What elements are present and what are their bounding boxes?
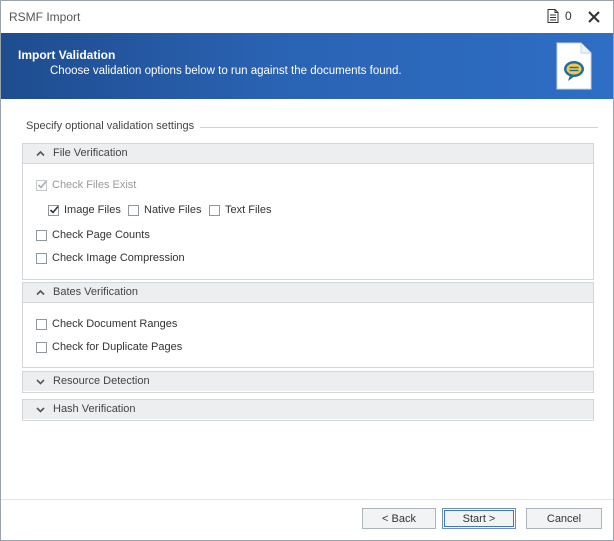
title-bar: RSMF Import 0 xyxy=(1,1,613,33)
text-files-checkbox[interactable]: Text Files xyxy=(209,204,271,216)
check-duplicate-pages-checkbox[interactable]: Check for Duplicate Pages xyxy=(36,341,182,353)
check-image-compression-label: Check Image Compression xyxy=(52,252,185,264)
check-document-ranges-checkbox[interactable]: Check Document Ranges xyxy=(36,318,177,330)
image-files-checkbox[interactable]: Image Files xyxy=(48,204,121,216)
cancel-button[interactable]: Cancel xyxy=(526,508,602,529)
resource-detection-panel: Resource Detection xyxy=(22,371,594,393)
resource-detection-label: Resource Detection xyxy=(53,375,150,387)
close-button[interactable] xyxy=(583,6,605,28)
hash-verification-header[interactable]: Hash Verification xyxy=(23,400,593,419)
document-count: 0 xyxy=(565,9,572,23)
native-files-checkbox[interactable]: Native Files xyxy=(128,204,201,216)
resource-detection-header[interactable]: Resource Detection xyxy=(23,372,593,391)
check-page-counts-checkbox[interactable]: Check Page Counts xyxy=(36,229,150,241)
file-verification-label: File Verification xyxy=(53,147,128,159)
checkbox-box xyxy=(48,204,59,216)
checkbox-box xyxy=(36,341,47,353)
chevron-up-icon xyxy=(36,150,45,157)
check-icon xyxy=(37,180,47,189)
check-files-exist-checkbox[interactable]: Check Files Exist xyxy=(36,179,136,191)
text-files-label: Text Files xyxy=(225,204,272,216)
check-duplicate-pages-label: Check for Duplicate Pages xyxy=(52,341,183,353)
checkbox-box xyxy=(36,179,47,191)
settings-legend: Specify optional validation settings xyxy=(26,120,201,132)
banner-title: Import Validation xyxy=(18,48,116,62)
window-title: RSMF Import xyxy=(9,10,81,24)
hash-verification-label: Hash Verification xyxy=(53,403,136,415)
close-icon xyxy=(588,11,600,23)
checkbox-box xyxy=(36,252,47,264)
native-files-label: Native Files xyxy=(144,204,202,216)
check-icon xyxy=(49,205,59,214)
hash-verification-panel: Hash Verification xyxy=(22,399,594,421)
image-files-label: Image Files xyxy=(64,204,121,216)
rsmf-import-dialog: RSMF Import 0 Import Validation Choose v… xyxy=(0,0,614,541)
bates-verification-panel: Bates Verification Check Document Ranges… xyxy=(22,282,594,368)
header-banner: Import Validation Choose validation opti… xyxy=(1,33,613,99)
checkbox-box xyxy=(128,204,139,216)
chevron-down-icon xyxy=(36,407,45,413)
checkbox-box xyxy=(36,229,47,241)
footer-separator xyxy=(1,499,613,500)
rsmf-document-icon xyxy=(556,42,592,90)
chevron-up-icon xyxy=(36,289,45,296)
validation-settings: Specify optional validation settings Fil… xyxy=(1,99,613,499)
document-icon xyxy=(547,9,559,23)
check-files-exist-label: Check Files Exist xyxy=(52,179,137,191)
check-image-compression-checkbox[interactable]: Check Image Compression xyxy=(36,252,185,264)
bates-verification-label: Bates Verification xyxy=(53,286,138,298)
check-page-counts-label: Check Page Counts xyxy=(52,229,150,241)
banner-subtitle: Choose validation options below to run a… xyxy=(50,65,402,77)
checkbox-box xyxy=(209,204,220,216)
start-button[interactable]: Start > xyxy=(442,508,516,529)
file-verification-panel: File Verification Check Files Exist Imag… xyxy=(22,143,594,280)
back-button[interactable]: < Back xyxy=(362,508,436,529)
file-verification-header[interactable]: File Verification xyxy=(23,144,593,164)
chevron-down-icon xyxy=(36,379,45,385)
bates-verification-header[interactable]: Bates Verification xyxy=(23,283,593,303)
checkbox-box xyxy=(36,318,47,330)
document-count-indicator[interactable]: 0 xyxy=(547,9,572,23)
check-document-ranges-label: Check Document Ranges xyxy=(52,318,178,330)
